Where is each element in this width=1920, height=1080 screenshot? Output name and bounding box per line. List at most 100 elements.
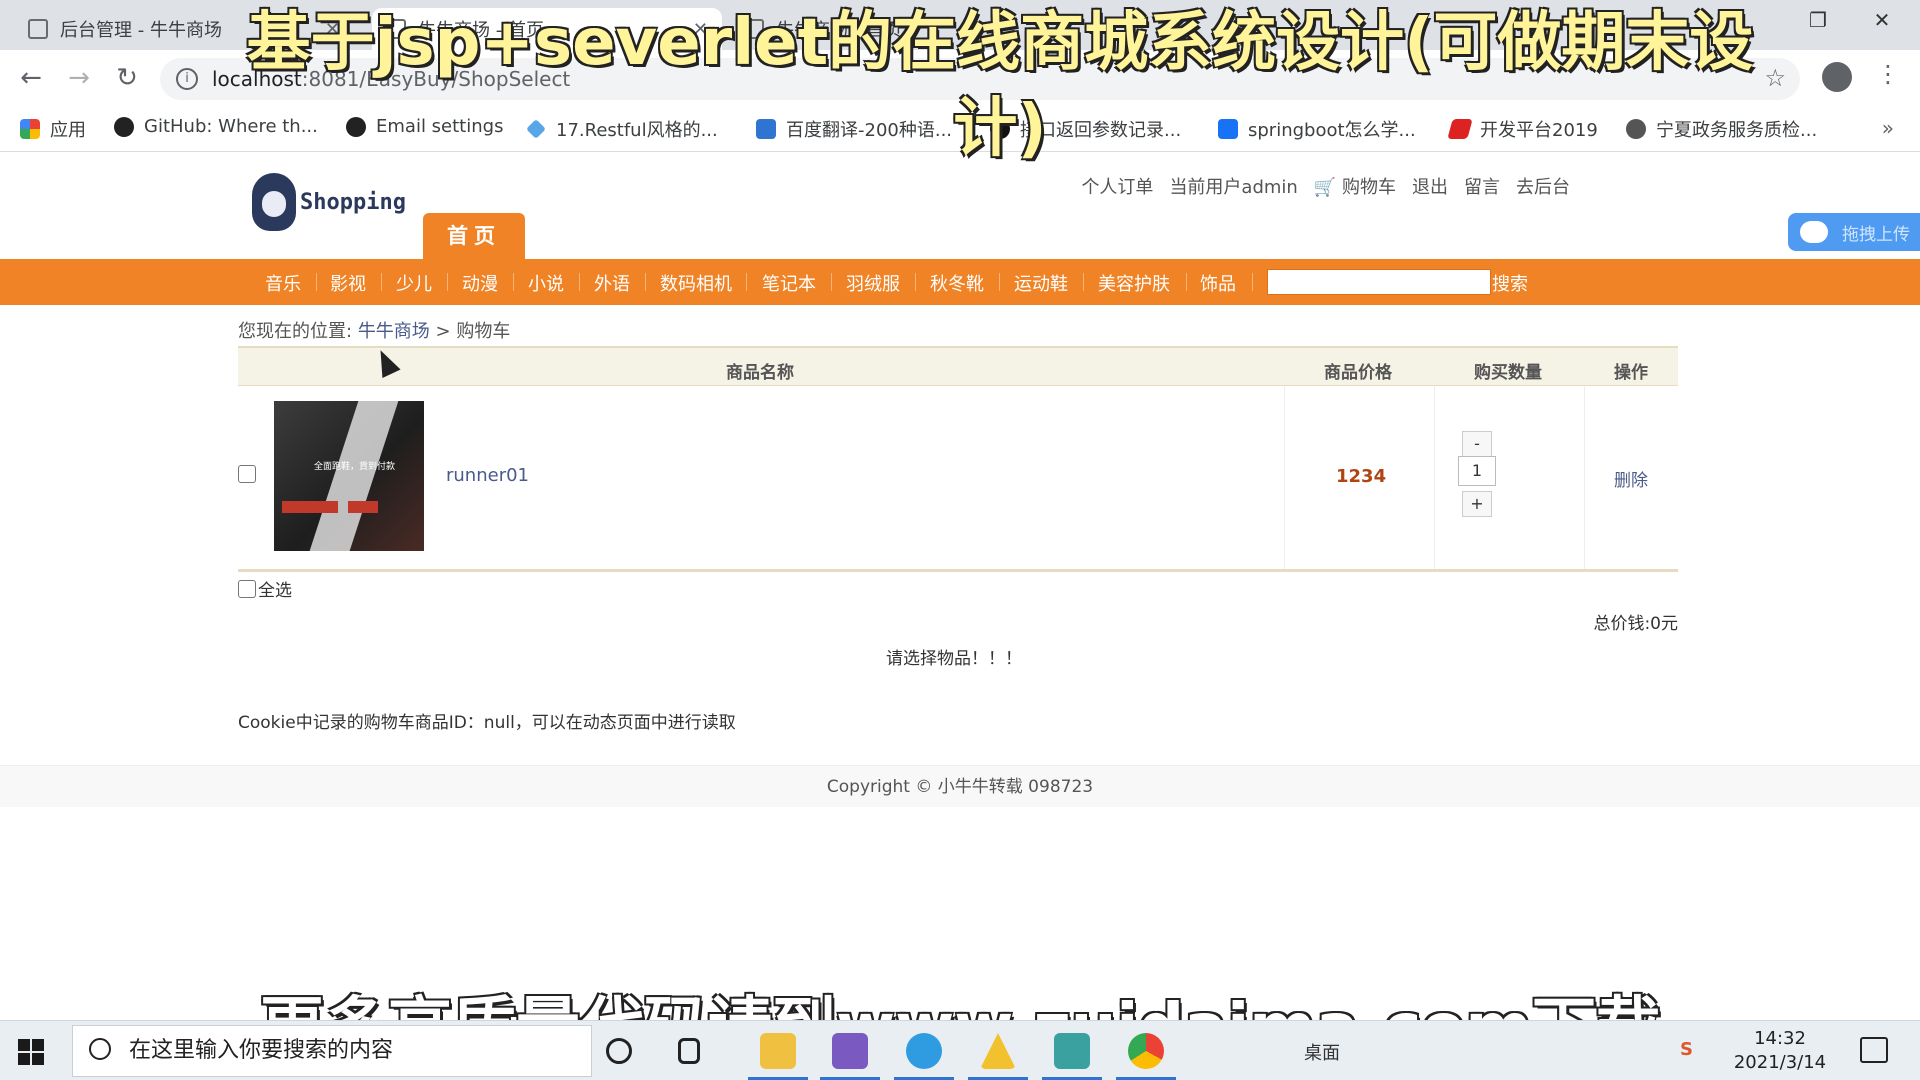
select-all-checkbox[interactable] bbox=[238, 579, 256, 598]
qty-increase-button[interactable]: + bbox=[1462, 491, 1492, 517]
nav-separator bbox=[915, 273, 916, 291]
taskbar: 在这里输入你要搜索的内容 桌面 S 14:32 2021/3/14 bbox=[0, 1020, 1920, 1080]
nav-separator bbox=[831, 273, 832, 291]
product-thumbnail[interactable]: 全面跑鞋，貨到付款 bbox=[274, 401, 424, 551]
select-prompt: 请选择物品！！！ bbox=[886, 649, 1022, 669]
bookmark-apps[interactable]: 应用 bbox=[20, 116, 86, 142]
nav-laptop[interactable]: 笔记本 bbox=[762, 270, 816, 296]
nav-separator bbox=[381, 273, 382, 291]
message-link[interactable]: 留言 bbox=[1464, 173, 1500, 199]
upload-widget[interactable]: 拖拽上传 bbox=[1788, 213, 1920, 251]
logout-link[interactable]: 退出 bbox=[1412, 173, 1448, 199]
thumbnail-caption: 全面跑鞋，貨到付款 bbox=[314, 462, 396, 472]
treadmill-shape bbox=[309, 401, 399, 551]
web-page: Shopping 个人订单 当前用户admin 🛒 购物车 退出 留言 去后台 … bbox=[0, 153, 1920, 1020]
thumbnail-button-shape bbox=[282, 501, 338, 513]
restore-window-icon[interactable]: ❐ bbox=[1798, 8, 1838, 38]
column-divider bbox=[1284, 386, 1285, 569]
site-logo[interactable]: Shopping bbox=[252, 173, 406, 231]
delete-link[interactable]: 删除 bbox=[1614, 466, 1648, 491]
column-header-op: 操作 bbox=[1614, 363, 1648, 383]
app-icon[interactable] bbox=[906, 1033, 942, 1069]
overlay-title: 基于jsp+severlet的在线商城系统设计(可做期末设计) bbox=[246, 6, 1754, 166]
breadcrumb-home-link[interactable]: 牛牛商场 bbox=[358, 321, 430, 342]
nav-winter-boots[interactable]: 秋冬靴 bbox=[930, 270, 984, 296]
nav-beauty[interactable]: 美容护肤 bbox=[1098, 270, 1170, 296]
windows-start-icon[interactable] bbox=[18, 1039, 44, 1065]
cookie-note: Cookie中记录的购物车商品ID：null，可以在动态页面中进行读取 bbox=[238, 713, 736, 733]
app-icon[interactable] bbox=[980, 1033, 1016, 1069]
home-tab[interactable]: 首页 bbox=[423, 213, 525, 259]
nav-anime[interactable]: 动漫 bbox=[462, 270, 498, 296]
nav-separator bbox=[579, 273, 580, 291]
close-window-icon[interactable]: ✕ bbox=[1862, 8, 1902, 38]
search-icon bbox=[89, 1038, 111, 1060]
notification-icon[interactable] bbox=[1860, 1037, 1888, 1063]
chart-favicon-icon bbox=[28, 19, 48, 39]
my-orders-link[interactable]: 个人订单 bbox=[1081, 173, 1153, 199]
product-name-link[interactable]: runner01 bbox=[446, 465, 529, 486]
nav-novel[interactable]: 小说 bbox=[528, 270, 564, 296]
app-icon[interactable] bbox=[1054, 1033, 1090, 1069]
nav-jewelry[interactable]: 饰品 bbox=[1200, 270, 1236, 296]
nav-separator bbox=[447, 273, 448, 291]
category-nav: 音乐 影视 少儿 动漫 小说 外语 数码相机 笔记本 羽绒服 秋冬靴 运动鞋 美… bbox=[0, 259, 1920, 305]
nav-separator bbox=[1186, 273, 1187, 291]
qty-input[interactable]: 1 bbox=[1458, 456, 1496, 486]
more-bookmarks-icon[interactable]: » bbox=[1882, 116, 1894, 140]
cart-link[interactable]: 🛒 购物车 bbox=[1314, 173, 1396, 199]
nav-digital-camera[interactable]: 数码相机 bbox=[660, 270, 732, 296]
cart-table-header: 商品名称 商品价格 购买数量 操作 bbox=[238, 346, 1678, 386]
nav-sports-shoes[interactable]: 运动鞋 bbox=[1014, 270, 1068, 296]
search-input[interactable] bbox=[1267, 269, 1491, 295]
clock-date: 2021/3/14 bbox=[1733, 1052, 1827, 1073]
apps-grid-icon bbox=[20, 119, 40, 139]
footer-copyright: Copyright © 小牛牛转载 098723 bbox=[0, 765, 1920, 807]
nav-separator bbox=[1252, 273, 1253, 291]
thumbnail-button-shape bbox=[348, 501, 378, 513]
nav-down-jacket[interactable]: 羽绒服 bbox=[846, 270, 900, 296]
baidu-cloud-icon bbox=[1800, 221, 1828, 243]
qty-decrease-button[interactable]: - bbox=[1462, 431, 1492, 457]
desktop-label[interactable]: 桌面 bbox=[1304, 1039, 1340, 1065]
monkey-mascot-icon bbox=[252, 173, 296, 231]
column-header-qty: 购买数量 bbox=[1474, 363, 1542, 383]
nav-kids[interactable]: 少儿 bbox=[396, 270, 432, 296]
breadcrumb: 您现在的位置: 牛牛商场 > 购物车 bbox=[238, 321, 511, 342]
taskbar-search-input[interactable]: 在这里输入你要搜索的内容 bbox=[72, 1025, 592, 1077]
nav-separator bbox=[513, 273, 514, 291]
clock-time: 14:32 bbox=[1754, 1028, 1806, 1049]
nav-music[interactable]: 音乐 bbox=[265, 270, 301, 296]
search-button[interactable]: 搜索 bbox=[1492, 270, 1528, 296]
admin-link[interactable]: 去后台 bbox=[1516, 173, 1570, 199]
nav-separator bbox=[1083, 273, 1084, 291]
column-header-name: 商品名称 bbox=[726, 363, 794, 383]
taskbar-clock[interactable]: 14:32 2021/3/14 bbox=[1730, 1027, 1830, 1075]
github-icon bbox=[114, 116, 134, 137]
forward-arrow-icon[interactable]: → bbox=[64, 63, 94, 93]
top-links: 个人订单 当前用户admin 🛒 购物车 退出 留言 去后台 bbox=[1081, 173, 1570, 199]
info-icon[interactable]: i bbox=[176, 68, 198, 90]
cortana-icon[interactable] bbox=[606, 1038, 632, 1064]
app-icon[interactable] bbox=[832, 1033, 868, 1069]
nav-separator bbox=[746, 273, 747, 291]
nav-foreign-language[interactable]: 外语 bbox=[594, 270, 630, 296]
breadcrumb-current: 购物车 bbox=[456, 321, 511, 342]
nav-film[interactable]: 影视 bbox=[330, 270, 366, 296]
select-all[interactable]: 全选 bbox=[238, 576, 292, 601]
cart-row: 全面跑鞋，貨到付款 runner01 1234 - 1 + 删除 bbox=[238, 386, 1678, 572]
product-price: 1234 bbox=[1336, 466, 1387, 487]
profile-avatar-icon[interactable] bbox=[1822, 62, 1852, 92]
column-divider bbox=[1434, 386, 1435, 569]
task-view-icon[interactable] bbox=[678, 1038, 700, 1064]
total-price: 总价钱:0元 bbox=[1593, 614, 1678, 634]
reload-icon[interactable]: ↻ bbox=[112, 63, 142, 93]
input-method-icon[interactable]: S bbox=[1680, 1039, 1693, 1060]
column-divider bbox=[1584, 386, 1585, 569]
menu-kebab-icon[interactable]: ⋮ bbox=[1876, 60, 1900, 88]
file-explorer-icon[interactable] bbox=[760, 1033, 796, 1069]
chrome-icon[interactable] bbox=[1128, 1033, 1164, 1069]
column-header-price: 商品价格 bbox=[1324, 363, 1392, 383]
back-arrow-icon[interactable]: ← bbox=[16, 63, 46, 93]
item-checkbox[interactable] bbox=[238, 465, 256, 483]
